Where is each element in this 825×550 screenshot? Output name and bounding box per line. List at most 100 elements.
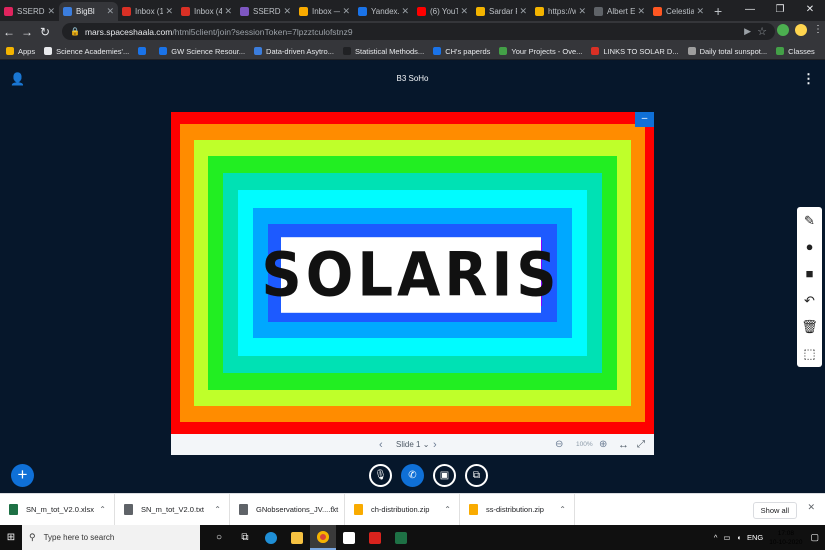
browser-tab[interactable]: Inbox (19✕	[118, 2, 177, 21]
browser-tab[interactable]: (6) YouTu✕	[413, 2, 472, 21]
trash-icon[interactable]: 🗑	[801, 320, 818, 333]
task-view-icon[interactable]: ⧉	[232, 525, 258, 550]
new-tab-button[interactable]: +	[708, 2, 728, 21]
chrome-menu-icon[interactable]: ⋮	[813, 24, 823, 36]
color-square-icon[interactable]: ■	[806, 267, 814, 280]
browser-tab[interactable]: Sardar Pa✕	[472, 2, 531, 21]
close-tab-icon[interactable]: ✕	[283, 6, 291, 17]
download-menu-chevron-icon[interactable]: ⌃	[214, 505, 221, 514]
zoom-in-button[interactable]: ⊕	[599, 439, 607, 450]
previous-slide-button[interactable]: ‹	[379, 439, 383, 451]
edge-icon[interactable]	[258, 525, 284, 550]
chrome-icon[interactable]	[310, 525, 336, 550]
browser-tab[interactable]: Inbox — ✕	[295, 2, 354, 21]
close-tab-icon[interactable]: ✕	[106, 6, 114, 17]
bookmark-item[interactable]	[138, 47, 150, 55]
show-all-downloads-button[interactable]: Show all	[752, 502, 797, 519]
taskbar-search-input[interactable]: ⚲ Type here to search	[22, 525, 200, 550]
browser-tab[interactable]: Celestial ✕	[649, 2, 708, 21]
actions-plus-button[interactable]: +	[11, 464, 34, 487]
download-menu-chevron-icon[interactable]: ⌃	[559, 505, 566, 514]
download-item[interactable]: ss-distribution.zip ⌃	[460, 493, 575, 526]
fit-to-width-button[interactable]: ↔	[618, 439, 629, 451]
zoom-out-button[interactable]: ⊖	[555, 439, 563, 450]
acrobat-icon[interactable]	[362, 525, 388, 550]
cortana-icon[interactable]: ○	[206, 525, 232, 550]
browser-tab[interactable]: Yandex.D✕	[354, 2, 413, 21]
tab-title: Sardar Pa	[489, 7, 517, 16]
browser-tab[interactable]: BigBl ✕	[59, 2, 118, 21]
share-screen-button[interactable]: ⧉	[465, 464, 488, 487]
close-tab-icon[interactable]: ✕	[696, 6, 704, 17]
share-webcam-button[interactable]: ▣	[433, 464, 456, 487]
mute-microphone-button[interactable]: 🎙	[369, 464, 392, 487]
browser-tab[interactable]: https://w ✕	[531, 2, 590, 21]
taskbar-clock[interactable]: 17:08 10-10-2020	[769, 529, 802, 547]
close-tab-icon[interactable]: ✕	[578, 6, 586, 17]
multi-user-whiteboard-icon[interactable]: ⬚	[803, 347, 815, 360]
download-item[interactable]: GNobservations_JV....txt ⌃	[230, 493, 345, 526]
close-tab-icon[interactable]: ✕	[637, 6, 645, 17]
browser-tab[interactable]: Albert Ein✕	[590, 2, 649, 21]
download-menu-chevron-icon[interactable]: ⌃	[329, 505, 336, 514]
presentation-slide[interactable]: SOLARIS –	[171, 112, 654, 434]
bookmark-item[interactable]: CH's paperds	[433, 47, 490, 56]
download-menu-chevron-icon[interactable]: ⌃	[444, 505, 451, 514]
bookmark-item[interactable]: Science Academies'...	[44, 47, 129, 56]
minimize-window-button[interactable]: —	[735, 0, 765, 21]
undo-icon[interactable]: ↶	[804, 294, 815, 307]
download-item[interactable]: SN_m_tot_V2.0.txt ⌃	[115, 493, 230, 526]
url-input[interactable]: 🔒 mars.spaceshaala.com/html5client/join?…	[62, 23, 775, 40]
bookmark-item[interactable]: Apps	[6, 47, 35, 56]
close-tab-icon[interactable]: ✕	[165, 6, 173, 17]
forward-arrow-icon[interactable]: →	[18, 25, 36, 39]
browser-tab[interactable]: SSERD #✕	[0, 2, 59, 21]
bookmark-item[interactable]: LINKS TO SOLAR D...	[591, 47, 679, 56]
tab-favicon-icon	[63, 7, 72, 16]
close-tab-icon[interactable]: ✕	[224, 6, 232, 17]
volume-icon[interactable]: ◖	[736, 533, 741, 542]
close-tab-icon[interactable]: ✕	[460, 6, 468, 17]
download-menu-chevron-icon[interactable]: ⌃	[99, 505, 106, 514]
close-tab-icon[interactable]: ✕	[401, 6, 409, 17]
bookmark-item[interactable]: Daily total sunspot...	[687, 47, 767, 56]
browser-tab[interactable]: SSERD-S✕	[236, 2, 295, 21]
windows-start-icon[interactable]: ⊞	[0, 532, 22, 543]
language-indicator[interactable]: ENG	[747, 533, 763, 542]
back-arrow-icon[interactable]: ←	[0, 25, 18, 39]
close-tab-icon[interactable]: ✕	[342, 6, 350, 17]
profile-avatar[interactable]	[795, 24, 807, 36]
media-action-bar: 🎙 ✆ ▣ ⧉	[369, 464, 488, 487]
close-tab-icon[interactable]: ✕	[47, 6, 55, 17]
bookmark-item[interactable]: Your Projects - Ove...	[499, 47, 582, 56]
browser-tab[interactable]: Inbox (49✕	[177, 2, 236, 21]
notion-icon[interactable]	[336, 525, 362, 550]
bookmark-star-icon[interactable]: ☆	[757, 25, 767, 38]
bookmark-item[interactable]: Classes	[776, 47, 815, 56]
thickness-dot-icon[interactable]: ●	[806, 240, 814, 253]
download-item[interactable]: ch-distribution.zip ⌃	[345, 493, 460, 526]
download-item[interactable]: SN_m_tot_V2.0.xlsx ⌃	[0, 493, 115, 526]
network-icon[interactable]: ▭	[723, 533, 730, 542]
close-shelf-icon[interactable]: ✕	[807, 502, 815, 513]
options-menu-icon[interactable]: ⋮	[802, 71, 815, 87]
restore-window-button[interactable]: ❐	[765, 0, 795, 21]
extension-icon[interactable]	[777, 24, 789, 36]
bookmark-item[interactable]: GW Science Resour...	[159, 47, 245, 56]
next-slide-button[interactable]: ›	[433, 439, 437, 451]
tray-chevron-icon[interactable]: ^	[714, 533, 718, 542]
minimize-presentation-button[interactable]: –	[635, 112, 654, 127]
excel-icon[interactable]	[388, 525, 414, 550]
bookmark-item[interactable]: Data-driven Asytro...	[254, 47, 334, 56]
close-tab-icon[interactable]: ✕	[519, 6, 527, 17]
reload-icon[interactable]: ↻	[36, 25, 54, 39]
bookmark-item[interactable]: Statistical Methods...	[342, 47, 424, 56]
pencil-icon[interactable]: ✎	[804, 214, 815, 227]
camera-in-use-icon[interactable]: ▶	[744, 26, 751, 37]
notifications-icon[interactable]: ▢	[810, 532, 819, 543]
leave-audio-button[interactable]: ✆	[401, 464, 424, 487]
slide-selector[interactable]: Slide 1 ⌄	[396, 440, 429, 449]
close-window-button[interactable]: ✕	[795, 0, 825, 21]
file-explorer-icon[interactable]	[284, 525, 310, 550]
fullscreen-button[interactable]: ⤢	[637, 439, 645, 450]
